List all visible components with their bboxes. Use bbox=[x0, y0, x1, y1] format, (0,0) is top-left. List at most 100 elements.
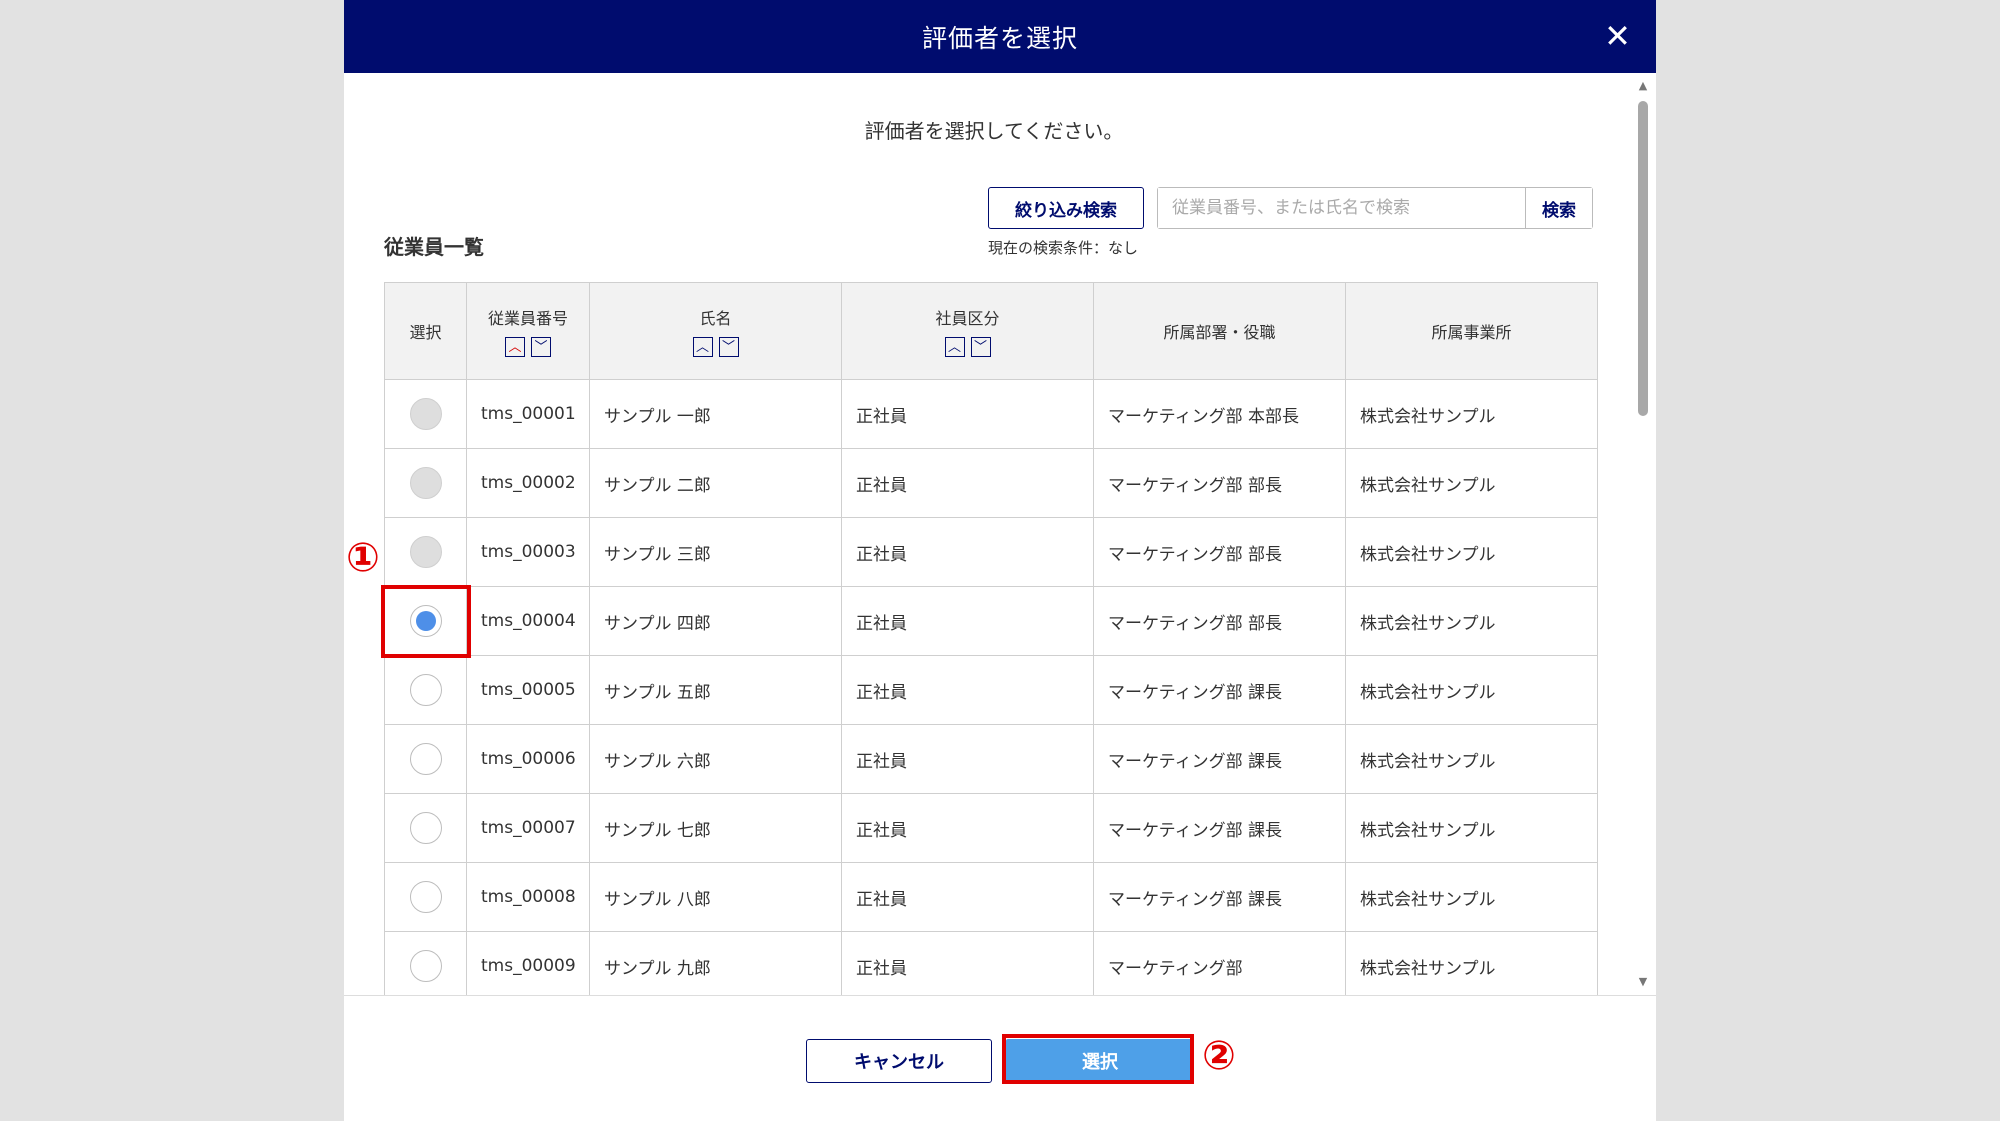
employee-name-cell: サンプル 五郎 bbox=[589, 655, 842, 725]
office-cell: 株式会社サンプル bbox=[1345, 586, 1598, 656]
table-row[interactable]: tms_00002 サンプル 二郎 正社員 マーケティング部 部長 株式会社サンプル bbox=[384, 448, 1598, 518]
employee-name-cell: サンプル 四郎 bbox=[589, 586, 842, 656]
employee-name-cell: サンプル 八郎 bbox=[589, 862, 842, 932]
row-radio bbox=[409, 467, 442, 499]
table-row[interactable]: tms_00006 サンプル 六郎 正社員 マーケティング部 課長 株式会社サンプル bbox=[384, 724, 1598, 794]
filter-search-button[interactable]: 絞り込み検索 bbox=[988, 187, 1144, 229]
employee-list-title: 従業員一覧 bbox=[384, 235, 484, 259]
row-radio bbox=[409, 536, 442, 568]
dialog-title: 評価者を選択 bbox=[921, 23, 1078, 53]
highlight-box-select-button bbox=[1002, 1034, 1194, 1084]
row-radio[interactable] bbox=[409, 812, 442, 844]
column-header-employee-id: 従業員番号 ︿ ﹀ bbox=[466, 282, 590, 380]
sort-desc-icon[interactable]: ﹀ bbox=[531, 337, 551, 357]
scroll-up-icon[interactable]: ▲ bbox=[1636, 79, 1650, 93]
employee-id-cell: tms_00005 bbox=[466, 655, 590, 725]
select-cell[interactable] bbox=[384, 724, 467, 794]
office-cell: 株式会社サンプル bbox=[1345, 793, 1598, 863]
select-cell[interactable] bbox=[384, 931, 467, 995]
employee-type-cell: 正社員 bbox=[841, 586, 1094, 656]
column-header-select: 選択 bbox=[384, 282, 467, 380]
sort-desc-icon[interactable]: ﹀ bbox=[970, 337, 991, 357]
row-radio[interactable] bbox=[409, 950, 442, 982]
step-number-2: ② bbox=[1202, 1033, 1236, 1079]
department-cell: マーケティング部 課長 bbox=[1093, 724, 1346, 794]
column-header-employee-type: 社員区分 ︿ ﹀ bbox=[841, 282, 1094, 380]
department-cell: マーケティング部 bbox=[1093, 931, 1346, 995]
office-cell: 株式会社サンプル bbox=[1345, 517, 1598, 587]
close-icon[interactable]: ✕ bbox=[1600, 18, 1636, 54]
employee-name-cell: サンプル 六郎 bbox=[589, 724, 842, 794]
sort-asc-icon[interactable]: ︿ bbox=[944, 337, 965, 357]
employee-type-cell: 正社員 bbox=[841, 448, 1094, 518]
dialog-body[interactable]: 評価者を選択してください。 従業員一覧 絞り込み検索 検索 現在の検索条件：なし… bbox=[344, 73, 1656, 995]
employee-name-cell: サンプル 一郎 bbox=[589, 379, 842, 449]
sort-asc-icon[interactable]: ︿ bbox=[505, 337, 525, 357]
select-cell[interactable] bbox=[384, 655, 467, 725]
row-radio[interactable] bbox=[409, 743, 442, 775]
employee-id-cell: tms_00001 bbox=[466, 379, 590, 449]
select-cell[interactable] bbox=[384, 517, 467, 587]
search-box: 検索 bbox=[1157, 187, 1593, 229]
office-cell: 株式会社サンプル bbox=[1345, 931, 1598, 995]
employee-id-cell: tms_00004 bbox=[466, 586, 590, 656]
search-input[interactable] bbox=[1158, 188, 1525, 228]
table-row[interactable]: tms_00004 サンプル 四郎 正社員 マーケティング部 部長 株式会社サンプル bbox=[384, 586, 1598, 656]
row-radio[interactable] bbox=[409, 881, 442, 913]
department-cell: マーケティング部 課長 bbox=[1093, 862, 1346, 932]
employee-id-cell: tms_00008 bbox=[466, 862, 590, 932]
table-row[interactable]: tms_00005 サンプル 五郎 正社員 マーケティング部 課長 株式会社サンプル bbox=[384, 655, 1598, 725]
dialog-header: 評価者を選択 ✕ bbox=[344, 0, 1656, 73]
sort-asc-icon[interactable]: ︿ bbox=[692, 337, 713, 357]
employee-name-cell: サンプル 九郎 bbox=[589, 931, 842, 995]
office-cell: 株式会社サンプル bbox=[1345, 655, 1598, 725]
select-cell[interactable] bbox=[384, 793, 467, 863]
department-cell: マーケティング部 部長 bbox=[1093, 448, 1346, 518]
department-cell: マーケティング部 課長 bbox=[1093, 793, 1346, 863]
table-row[interactable]: tms_00003 サンプル 三郎 正社員 マーケティング部 部長 株式会社サンプル bbox=[384, 517, 1598, 587]
department-cell: マーケティング部 本部長 bbox=[1093, 379, 1346, 449]
employee-id-cell: tms_00007 bbox=[466, 793, 590, 863]
column-header-office: 所属事業所 bbox=[1345, 282, 1598, 380]
employee-id-cell: tms_00006 bbox=[466, 724, 590, 794]
employee-type-cell: 正社員 bbox=[841, 724, 1094, 794]
employee-type-cell: 正社員 bbox=[841, 379, 1094, 449]
employee-id-cell: tms_00009 bbox=[466, 931, 590, 995]
office-cell: 株式会社サンプル bbox=[1345, 379, 1598, 449]
dialog-footer: キャンセル 選択 bbox=[344, 995, 1656, 1121]
office-cell: 株式会社サンプル bbox=[1345, 862, 1598, 932]
table-header-row: 選択 従業員番号 ︿ ﹀ 氏名 ︿ ﹀ 社員区分 ︿ ﹀ 所属部署・役職 所属事業所 bbox=[384, 282, 1598, 380]
evaluator-select-dialog: 評価者を選択 ✕ 評価者を選択してください。 従業員一覧 絞り込み検索 検索 現… bbox=[344, 0, 1656, 1121]
sort-desc-icon[interactable]: ﹀ bbox=[718, 337, 739, 357]
select-cell[interactable] bbox=[384, 379, 467, 449]
department-cell: マーケティング部 部長 bbox=[1093, 517, 1346, 587]
row-radio bbox=[409, 398, 442, 430]
select-cell[interactable] bbox=[384, 862, 467, 932]
employee-type-cell: 正社員 bbox=[841, 655, 1094, 725]
instruction-text: 評価者を選択してください。 bbox=[864, 119, 1124, 143]
highlight-box-radio bbox=[381, 585, 471, 658]
employee-id-cell: tms_00002 bbox=[466, 448, 590, 518]
employee-id-cell: tms_00003 bbox=[466, 517, 590, 587]
scroll-down-icon[interactable]: ▼ bbox=[1636, 975, 1650, 989]
scrollbar-thumb[interactable] bbox=[1638, 101, 1648, 416]
step-number-1: ① bbox=[346, 535, 380, 581]
row-radio[interactable] bbox=[409, 674, 442, 706]
office-cell: 株式会社サンプル bbox=[1345, 724, 1598, 794]
search-condition-text: 現在の検索条件：なし bbox=[988, 239, 1139, 257]
scrollbar[interactable]: ▲ ▼ bbox=[1636, 79, 1650, 989]
department-cell: マーケティング部 部長 bbox=[1093, 586, 1346, 656]
select-cell[interactable] bbox=[384, 448, 467, 518]
cancel-button[interactable]: キャンセル bbox=[806, 1039, 992, 1083]
department-cell: マーケティング部 課長 bbox=[1093, 655, 1346, 725]
table-row[interactable]: tms_00009 サンプル 九郎 正社員 マーケティング部 株式会社サンプル bbox=[384, 931, 1598, 995]
column-header-department: 所属部署・役職 bbox=[1093, 282, 1346, 380]
table-row[interactable]: tms_00007 サンプル 七郎 正社員 マーケティング部 課長 株式会社サンプル bbox=[384, 793, 1598, 863]
employee-name-cell: サンプル 七郎 bbox=[589, 793, 842, 863]
employee-type-cell: 正社員 bbox=[841, 517, 1094, 587]
employee-type-cell: 正社員 bbox=[841, 862, 1094, 932]
table-row[interactable]: tms_00008 サンプル 八郎 正社員 マーケティング部 課長 株式会社サンプル bbox=[384, 862, 1598, 932]
table-row[interactable]: tms_00001 サンプル 一郎 正社員 マーケティング部 本部長 株式会社サンプル bbox=[384, 379, 1598, 449]
employee-type-cell: 正社員 bbox=[841, 793, 1094, 863]
search-button[interactable]: 検索 bbox=[1525, 188, 1592, 228]
